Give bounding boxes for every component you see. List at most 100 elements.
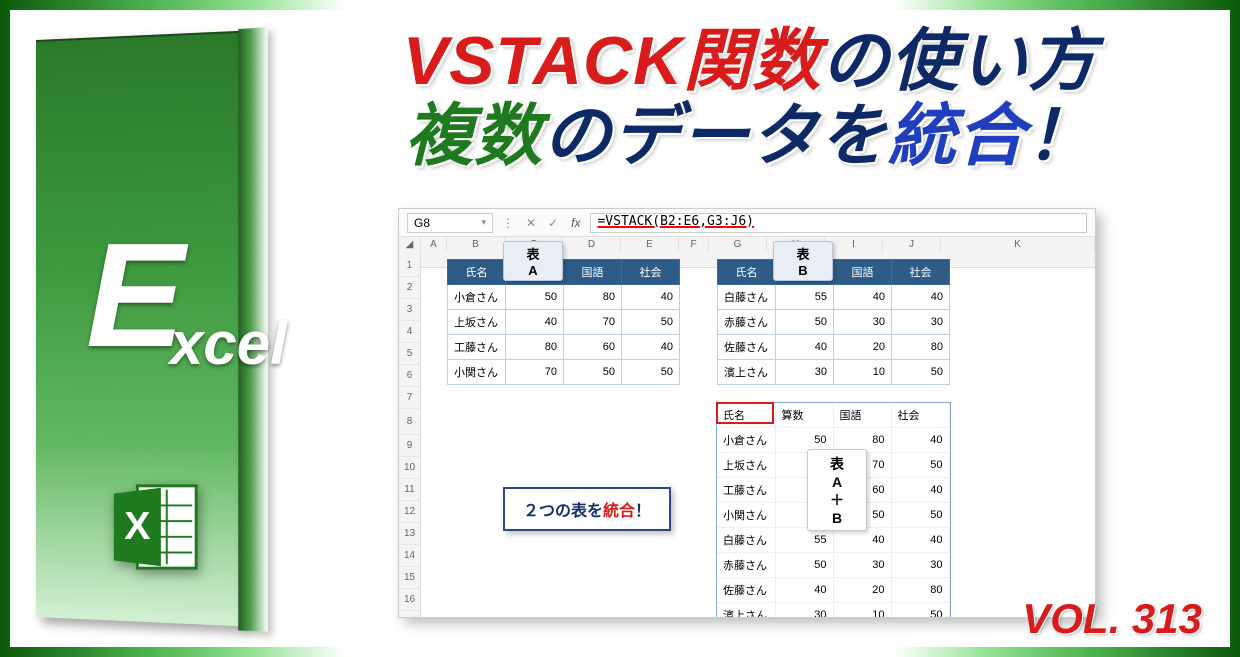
column-header[interactable]: A [421,237,447,252]
row-header[interactable]: 11 [399,479,421,501]
table-cell[interactable]: 30 [891,553,949,578]
column-header[interactable]: G [709,237,767,252]
row-header[interactable]: 13 [399,523,421,545]
table-cell[interactable]: 50 [622,310,680,335]
table-cell[interactable]: 白藤さん [718,285,776,310]
callout-post: ！ [635,503,651,520]
dots-icon[interactable]: ⋮ [499,216,517,230]
table-cell[interactable]: 赤藤さん [717,553,775,578]
table-cell[interactable]: 工藤さん [448,335,506,360]
table-cell[interactable]: 50 [506,285,564,310]
cancel-icon[interactable]: ✕ [523,216,539,230]
title-green-part: 複数 [405,98,543,174]
table-cell[interactable]: 小倉さん [717,428,775,453]
table-row: 赤藤さん503030 [718,310,950,335]
table-cell[interactable]: 30 [834,310,892,335]
table-cell[interactable]: 50 [775,553,833,578]
table-cell[interactable]: 50 [622,360,680,385]
column-header[interactable]: B [447,237,505,252]
table-cell[interactable]: 40 [775,578,833,603]
table-cell[interactable]: 30 [776,360,834,385]
table-cell[interactable]: 50 [891,503,949,528]
row-header[interactable]: 14 [399,545,421,567]
row-header[interactable]: 6 [399,365,421,387]
table-cell[interactable]: 50 [891,603,949,618]
table-cell[interactable]: 30 [833,553,891,578]
table-cell[interactable]: 40 [891,428,949,453]
table-cell[interactable]: 40 [892,285,950,310]
row-header[interactable]: 5 [399,343,421,365]
table-cell[interactable]: 佐藤さん [718,335,776,360]
logo-letter-e: E [86,213,179,378]
row-header[interactable]: 4 [399,321,421,343]
table-cell[interactable]: 80 [892,335,950,360]
table-cell[interactable]: 40 [834,285,892,310]
table-cell[interactable]: 10 [833,603,891,618]
row-header[interactable]: 7 [399,387,421,409]
table-cell[interactable]: 小関さん [717,503,775,528]
table-cell[interactable]: 氏名 [717,403,775,428]
table-cell[interactable]: 濱上さん [718,360,776,385]
row-header[interactable]: 9 [399,435,421,457]
row-header[interactable]: 10 [399,457,421,479]
table-cell[interactable]: 小関さん [448,360,506,385]
table-cell[interactable]: 80 [564,285,622,310]
column-header[interactable]: K [941,237,1095,252]
table-cell[interactable]: 30 [775,603,833,618]
table-a-label: 表A [503,241,563,281]
column-header[interactable]: I [825,237,883,252]
chevron-down-icon[interactable]: ▾ [481,217,486,228]
table-cell[interactable]: 工藤さん [717,478,775,503]
table-cell[interactable]: 80 [891,578,949,603]
table-cell[interactable]: 70 [506,360,564,385]
table-cell[interactable]: 40 [622,285,680,310]
row-header[interactable]: 15 [399,567,421,589]
table-cell[interactable]: 10 [834,360,892,385]
table-cell[interactable]: 80 [506,335,564,360]
row-header[interactable]: 16 [399,589,421,611]
table-cell[interactable]: 社会 [891,403,949,428]
table-cell[interactable]: 佐藤さん [717,578,775,603]
table-cell[interactable]: 上坂さん [448,310,506,335]
table-cell[interactable]: 55 [776,285,834,310]
check-icon[interactable]: ✓ [545,216,561,230]
table-cell[interactable]: 40 [776,335,834,360]
table-cell[interactable]: 20 [834,335,892,360]
title-line-2: 複数のデータを統合！ [300,99,1200,174]
table-cell[interactable]: 70 [564,310,622,335]
table-cell[interactable]: 20 [833,578,891,603]
fx-icon[interactable]: fx [567,216,584,230]
select-all-corner[interactable]: ◢ [399,237,421,252]
table-cell[interactable]: 55 [775,528,833,553]
table-cell[interactable]: 上坂さん [717,453,775,478]
formula-input[interactable]: =VSTACK(B2:E6,G3:J6) [590,213,1087,233]
column-header[interactable]: E [621,237,679,252]
table-cell[interactable]: 50 [564,360,622,385]
row-header[interactable]: 8 [399,409,421,435]
table-cell[interactable]: 30 [892,310,950,335]
table-cell[interactable]: 算数 [775,403,833,428]
table-cell[interactable]: 濱上さん [717,603,775,618]
table-cell[interactable]: 50 [891,453,949,478]
row-header[interactable]: 1 [399,255,421,277]
table-cell[interactable]: 国語 [833,403,891,428]
table-cell[interactable]: 60 [564,335,622,360]
table-cell[interactable]: 小倉さん [448,285,506,310]
table-cell[interactable]: 赤藤さん [718,310,776,335]
name-box[interactable]: G8 ▾ [407,213,493,233]
row-header[interactable]: 3 [399,299,421,321]
row-header[interactable]: 2 [399,277,421,299]
column-header[interactable]: J [883,237,941,252]
column-header[interactable]: D [563,237,621,252]
table-cell[interactable]: 50 [776,310,834,335]
table-cell[interactable]: 白藤さん [717,528,775,553]
table-cell[interactable]: 40 [891,478,949,503]
table-cell[interactable]: 40 [833,528,891,553]
table-cell[interactable]: 50 [892,360,950,385]
row-header[interactable]: 17 [399,611,421,617]
column-header[interactable]: F [679,237,709,252]
row-header[interactable]: 12 [399,501,421,523]
table-cell[interactable]: 40 [506,310,564,335]
table-cell[interactable]: 40 [622,335,680,360]
table-cell[interactable]: 40 [891,528,949,553]
